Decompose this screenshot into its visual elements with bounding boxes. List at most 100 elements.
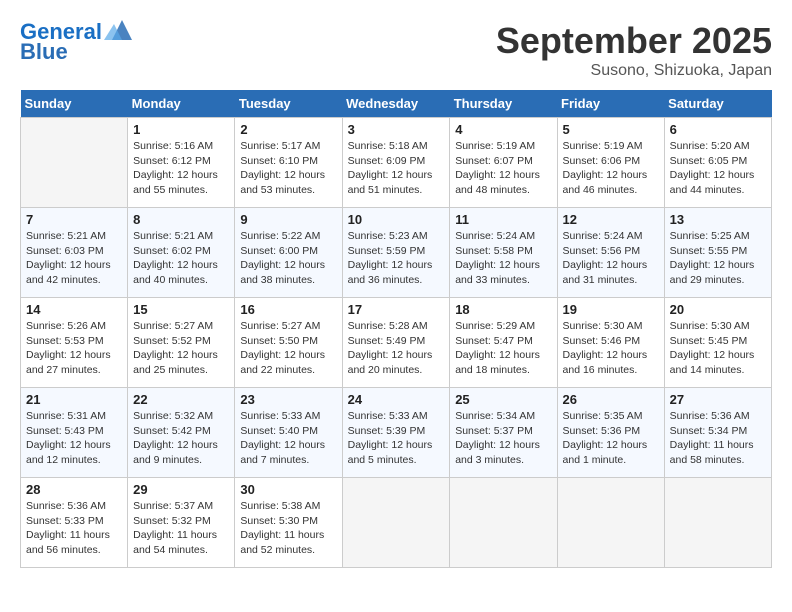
day-detail: Sunrise: 5:21 AM Sunset: 6:03 PM Dayligh… [26, 229, 122, 288]
header-friday: Friday [557, 90, 664, 118]
calendar-cell: 22 Sunrise: 5:32 AM Sunset: 5:42 PM Dayli… [128, 388, 235, 478]
calendar-cell: 5 Sunrise: 5:19 AM Sunset: 6:06 PM Daylig… [557, 118, 664, 208]
day-detail: Sunrise: 5:23 AM Sunset: 5:59 PM Dayligh… [348, 229, 445, 288]
month-title: September 2025 [496, 20, 772, 62]
day-detail: Sunrise: 5:37 AM Sunset: 5:32 PM Dayligh… [133, 499, 229, 558]
day-detail: Sunrise: 5:27 AM Sunset: 5:52 PM Dayligh… [133, 319, 229, 378]
calendar-cell: 18Sunrise: 5:29 AM Sunset: 5:47 PM Dayli… [450, 298, 557, 388]
calendar-cell: 27Sunrise: 5:36 AM Sunset: 5:34 PM Dayli… [664, 388, 771, 478]
calendar-cell: 12 Sunrise: 5:24 AM Sunset: 5:56 PM Dayli… [557, 208, 664, 298]
day-detail: Sunrise: 5:16 AM Sunset: 6:12 PM Dayligh… [133, 139, 229, 198]
day-number: 17 [348, 302, 445, 317]
day-number: 29 [133, 482, 229, 497]
calendar-week-2: 7 Sunrise: 5:21 AM Sunset: 6:03 PM Daylig… [21, 208, 772, 298]
header-saturday: Saturday [664, 90, 771, 118]
page-header: General Blue September 2025 Susono, Shiz… [20, 20, 772, 80]
header-sunday: Sunday [21, 90, 128, 118]
calendar-cell [557, 478, 664, 568]
calendar-cell: 6Sunrise: 5:20 AM Sunset: 6:05 PM Daylig… [664, 118, 771, 208]
day-number: 7 [26, 212, 122, 227]
day-detail: Sunrise: 5:18 AM Sunset: 6:09 PM Dayligh… [348, 139, 445, 198]
header-tuesday: Tuesday [235, 90, 342, 118]
calendar-cell: 13 Sunrise: 5:25 AM Sunset: 5:55 PM Dayli… [664, 208, 771, 298]
day-detail: Sunrise: 5:30 AM Sunset: 5:45 PM Dayligh… [670, 319, 766, 378]
day-detail: Sunrise: 5:24 AM Sunset: 5:58 PM Dayligh… [455, 229, 551, 288]
day-detail: Sunrise: 5:25 AM Sunset: 5:55 PM Dayligh… [670, 229, 766, 288]
day-detail: Sunrise: 5:19 AM Sunset: 6:06 PM Dayligh… [563, 139, 659, 198]
day-number: 6 [670, 122, 766, 137]
day-detail: Sunrise: 5:24 AM Sunset: 5:56 PM Dayligh… [563, 229, 659, 288]
calendar-cell: 2 Sunrise: 5:17 AM Sunset: 6:10 PM Daylig… [235, 118, 342, 208]
calendar-header-row: SundayMondayTuesdayWednesdayThursdayFrid… [21, 90, 772, 118]
calendar-cell [21, 118, 128, 208]
day-detail: Sunrise: 5:33 AM Sunset: 5:39 PM Dayligh… [348, 409, 445, 468]
calendar-week-4: 21 Sunrise: 5:31 AM Sunset: 5:43 PM Dayli… [21, 388, 772, 478]
calendar-week-5: 28 Sunrise: 5:36 AM Sunset: 5:33 PM Dayli… [21, 478, 772, 568]
day-number: 22 [133, 392, 229, 407]
location-subtitle: Susono, Shizuoka, Japan [496, 62, 772, 80]
day-number: 20 [670, 302, 766, 317]
logo: General Blue [20, 20, 136, 64]
calendar-cell [450, 478, 557, 568]
day-number: 25 [455, 392, 551, 407]
calendar-table: SundayMondayTuesdayWednesdayThursdayFrid… [20, 90, 772, 568]
calendar-cell: 9 Sunrise: 5:22 AM Sunset: 6:00 PM Daylig… [235, 208, 342, 298]
day-number: 24 [348, 392, 445, 407]
header-thursday: Thursday [450, 90, 557, 118]
calendar-cell: 24 Sunrise: 5:33 AM Sunset: 5:39 PM Dayli… [342, 388, 450, 478]
day-number: 13 [670, 212, 766, 227]
day-detail: Sunrise: 5:30 AM Sunset: 5:46 PM Dayligh… [563, 319, 659, 378]
day-detail: Sunrise: 5:19 AM Sunset: 6:07 PM Dayligh… [455, 139, 551, 198]
header-monday: Monday [128, 90, 235, 118]
day-detail: Sunrise: 5:31 AM Sunset: 5:43 PM Dayligh… [26, 409, 122, 468]
header-wednesday: Wednesday [342, 90, 450, 118]
day-number: 14 [26, 302, 122, 317]
day-number: 19 [563, 302, 659, 317]
calendar-cell: 1Sunrise: 5:16 AM Sunset: 6:12 PM Daylig… [128, 118, 235, 208]
day-detail: Sunrise: 5:28 AM Sunset: 5:49 PM Dayligh… [348, 319, 445, 378]
calendar-cell: 8 Sunrise: 5:21 AM Sunset: 6:02 PM Daylig… [128, 208, 235, 298]
calendar-cell: 25 Sunrise: 5:34 AM Sunset: 5:37 PM Dayli… [450, 388, 557, 478]
calendar-week-1: 1Sunrise: 5:16 AM Sunset: 6:12 PM Daylig… [21, 118, 772, 208]
day-number: 5 [563, 122, 659, 137]
day-number: 11 [455, 212, 551, 227]
day-number: 12 [563, 212, 659, 227]
calendar-cell [664, 478, 771, 568]
calendar-cell: 15 Sunrise: 5:27 AM Sunset: 5:52 PM Dayli… [128, 298, 235, 388]
calendar-cell: 29 Sunrise: 5:37 AM Sunset: 5:32 PM Dayli… [128, 478, 235, 568]
day-detail: Sunrise: 5:33 AM Sunset: 5:40 PM Dayligh… [240, 409, 336, 468]
day-number: 9 [240, 212, 336, 227]
day-detail: Sunrise: 5:38 AM Sunset: 5:30 PM Dayligh… [240, 499, 336, 558]
day-number: 27 [670, 392, 766, 407]
calendar-cell: 4 Sunrise: 5:19 AM Sunset: 6:07 PM Daylig… [450, 118, 557, 208]
day-number: 15 [133, 302, 229, 317]
calendar-cell: 23Sunrise: 5:33 AM Sunset: 5:40 PM Dayli… [235, 388, 342, 478]
calendar-cell [342, 478, 450, 568]
day-detail: Sunrise: 5:34 AM Sunset: 5:37 PM Dayligh… [455, 409, 551, 468]
calendar-cell: 20 Sunrise: 5:30 AM Sunset: 5:45 PM Dayli… [664, 298, 771, 388]
logo-icon [104, 16, 136, 44]
calendar-cell: 7 Sunrise: 5:21 AM Sunset: 6:03 PM Daylig… [21, 208, 128, 298]
day-detail: Sunrise: 5:35 AM Sunset: 5:36 PM Dayligh… [563, 409, 659, 468]
calendar-cell: 30Sunrise: 5:38 AM Sunset: 5:30 PM Dayli… [235, 478, 342, 568]
day-detail: Sunrise: 5:17 AM Sunset: 6:10 PM Dayligh… [240, 139, 336, 198]
calendar-cell: 17 Sunrise: 5:28 AM Sunset: 5:49 PM Dayli… [342, 298, 450, 388]
title-block: September 2025 Susono, Shizuoka, Japan [496, 20, 772, 80]
day-detail: Sunrise: 5:22 AM Sunset: 6:00 PM Dayligh… [240, 229, 336, 288]
day-number: 18 [455, 302, 551, 317]
calendar-cell: 10Sunrise: 5:23 AM Sunset: 5:59 PM Dayli… [342, 208, 450, 298]
calendar-cell: 21 Sunrise: 5:31 AM Sunset: 5:43 PM Dayli… [21, 388, 128, 478]
day-number: 4 [455, 122, 551, 137]
day-detail: Sunrise: 5:36 AM Sunset: 5:33 PM Dayligh… [26, 499, 122, 558]
day-number: 28 [26, 482, 122, 497]
calendar-cell: 16 Sunrise: 5:27 AM Sunset: 5:50 PM Dayli… [235, 298, 342, 388]
calendar-cell: 14Sunrise: 5:26 AM Sunset: 5:53 PM Dayli… [21, 298, 128, 388]
calendar-cell: 19 Sunrise: 5:30 AM Sunset: 5:46 PM Dayli… [557, 298, 664, 388]
day-number: 8 [133, 212, 229, 227]
day-number: 21 [26, 392, 122, 407]
day-detail: Sunrise: 5:21 AM Sunset: 6:02 PM Dayligh… [133, 229, 229, 288]
day-number: 2 [240, 122, 336, 137]
day-detail: Sunrise: 5:32 AM Sunset: 5:42 PM Dayligh… [133, 409, 229, 468]
day-number: 16 [240, 302, 336, 317]
day-detail: Sunrise: 5:27 AM Sunset: 5:50 PM Dayligh… [240, 319, 336, 378]
